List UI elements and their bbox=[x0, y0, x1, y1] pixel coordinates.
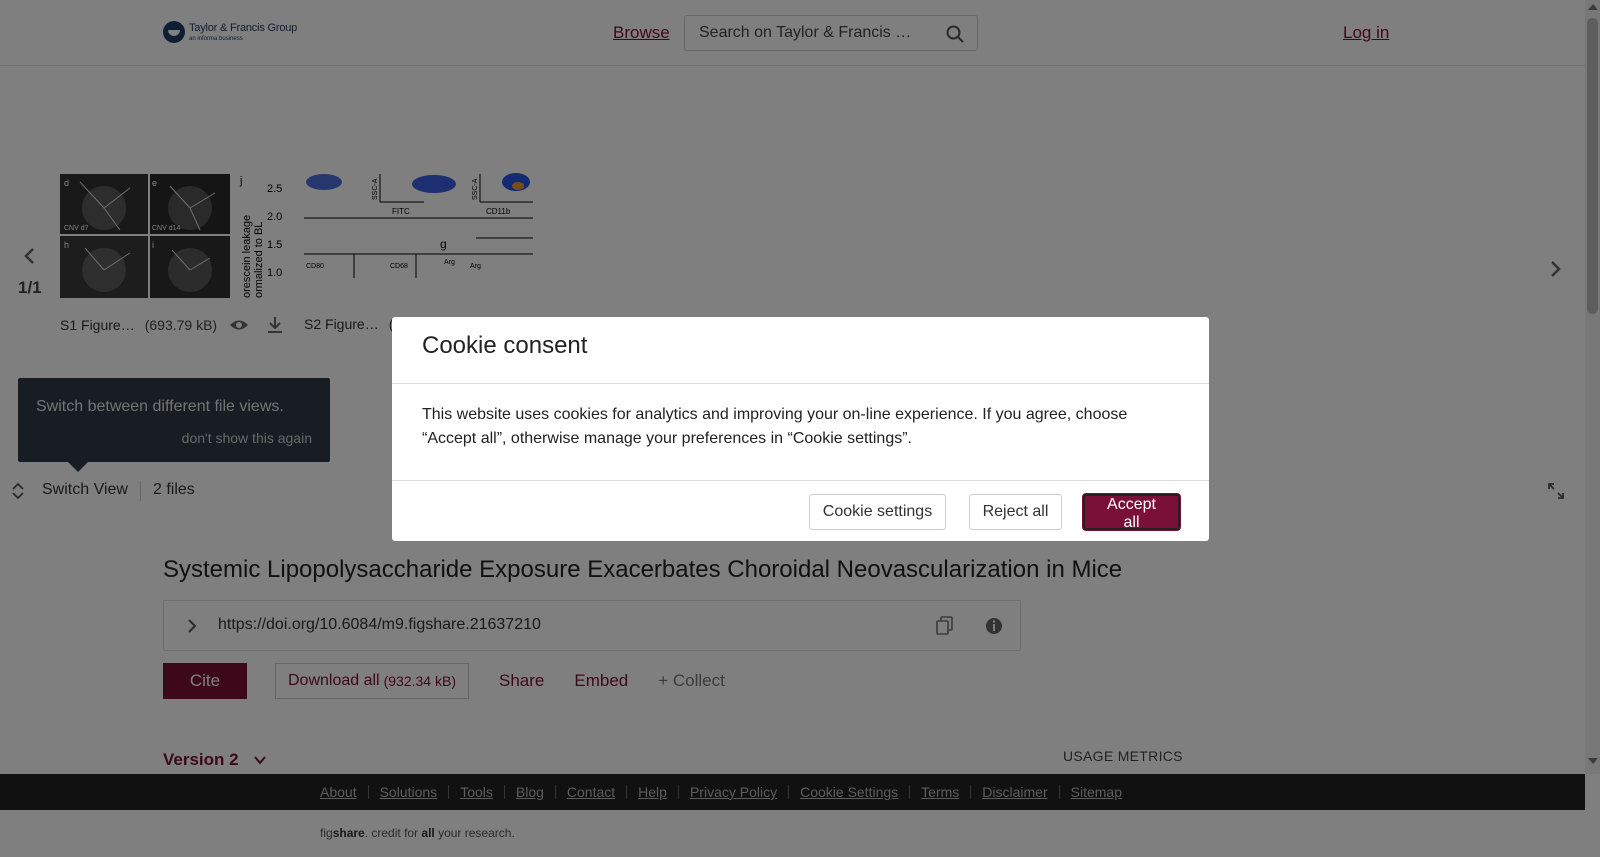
cookie-dialog-title: Cookie consent bbox=[422, 332, 588, 359]
cookie-dialog-text: This website uses cookies for analytics … bbox=[422, 406, 1128, 447]
cookie-consent-dialog: Cookie consent This website uses cookies… bbox=[392, 317, 1209, 541]
cookie-settings-button[interactable]: Cookie settings bbox=[809, 494, 946, 530]
accept-all-button[interactable]: Accept all bbox=[1083, 494, 1180, 531]
reject-all-button[interactable]: Reject all bbox=[969, 494, 1062, 530]
